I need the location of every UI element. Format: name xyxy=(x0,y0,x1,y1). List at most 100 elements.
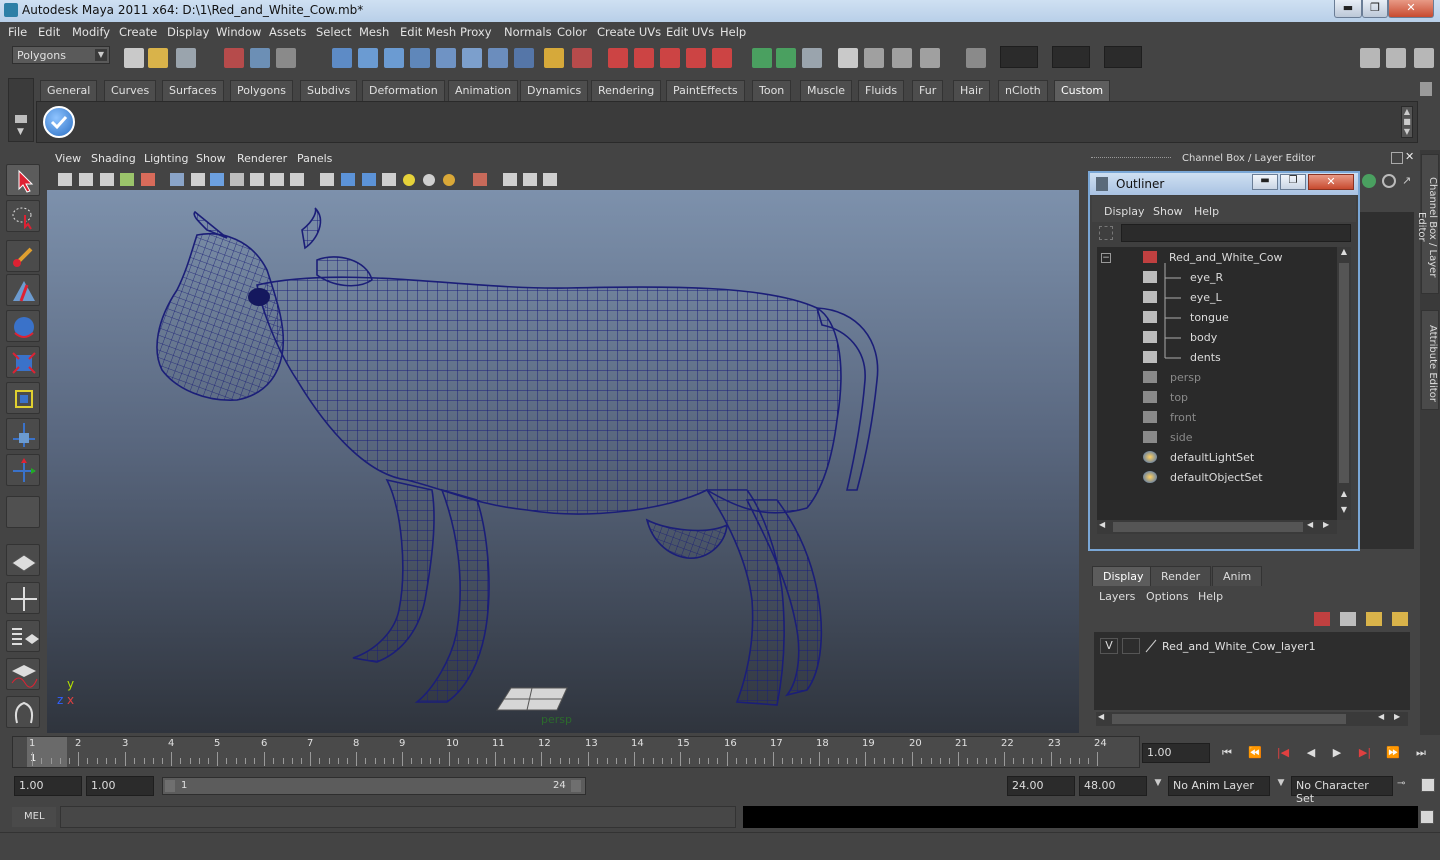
character-set-dropdown[interactable]: No Character Set xyxy=(1291,776,1393,805)
lasso-tool-icon[interactable] xyxy=(6,200,40,232)
outliner-item-front[interactable]: front xyxy=(1170,411,1196,424)
outliner-maximize-button[interactable]: ❐ xyxy=(1280,174,1306,190)
outliner-item-eye-l[interactable]: eye_L xyxy=(1190,291,1222,304)
time-slider[interactable] xyxy=(12,736,1140,768)
scroll-right-icon[interactable]: ▶ xyxy=(1394,712,1400,721)
go-to-end-button[interactable]: ⏭ xyxy=(1412,746,1430,762)
chevron-down-icon[interactable]: ▼ xyxy=(1150,778,1166,794)
move-layer-down-icon[interactable] xyxy=(1340,612,1356,626)
outliner-item-tongue[interactable]: tongue xyxy=(1190,311,1229,324)
shelf-tab-polygons[interactable]: Polygons xyxy=(230,80,293,101)
shelf-tab-fluids[interactable]: Fluids xyxy=(858,80,905,101)
go-to-start-button[interactable]: ⏮ xyxy=(1218,746,1236,762)
menu-create-uvs[interactable]: Create UVs xyxy=(597,25,661,39)
rotate-cube-icon[interactable] xyxy=(6,346,40,378)
universal-manipulator-icon[interactable] xyxy=(6,454,40,486)
select-hierarchy-icon[interactable] xyxy=(224,48,244,68)
new-layer-selected-icon[interactable] xyxy=(1392,612,1408,626)
menu-set-dropdown[interactable]: Polygons ▼ xyxy=(12,46,110,64)
history-icon[interactable] xyxy=(462,48,482,68)
y-field[interactable] xyxy=(1052,46,1090,68)
outliner-item-dents[interactable]: dents xyxy=(1190,351,1221,364)
viewport-menu-view[interactable]: View xyxy=(55,152,81,165)
scroll-down-icon[interactable]: ▼ xyxy=(1338,505,1350,519)
menu-assets[interactable]: Assets xyxy=(269,25,306,39)
shelf-menu-button[interactable]: ▼ xyxy=(8,78,34,142)
sculpt-tool-icon[interactable] xyxy=(6,274,40,306)
move-layer-up-icon[interactable] xyxy=(1314,612,1330,626)
show-attribute-editor-icon[interactable] xyxy=(1360,48,1380,68)
layer-tab-anim[interactable]: Anim xyxy=(1212,566,1263,586)
snap-magnet-icon[interactable] xyxy=(634,48,654,68)
outliner-search-input[interactable] xyxy=(1121,224,1351,242)
shelf-scroll-arrows[interactable]: ▲ ■ ▼ xyxy=(1401,106,1413,138)
layer-menu-options[interactable]: Options xyxy=(1146,590,1188,603)
shelf-tab-curves[interactable]: Curves xyxy=(104,80,157,101)
menu-modify[interactable]: Modify xyxy=(72,25,110,39)
shelf-tab-fur[interactable]: Fur xyxy=(912,80,944,101)
layer-tab-display[interactable]: Display xyxy=(1092,566,1155,586)
shelf-tab-muscle[interactable]: Muscle xyxy=(800,80,853,101)
close-button[interactable]: ✕ xyxy=(1388,0,1434,18)
filmstrip-icon[interactable] xyxy=(892,48,912,68)
layer-menu-help[interactable]: Help xyxy=(1198,590,1223,603)
channel-pin-icon[interactable]: ↗ xyxy=(1402,174,1416,188)
checkmark-icon[interactable] xyxy=(43,106,75,138)
layer-display-type-toggle[interactable] xyxy=(1122,638,1140,654)
key-icon[interactable]: ⊸ xyxy=(1397,778,1411,794)
scroll-thumb[interactable] xyxy=(1112,714,1346,724)
settings-icon[interactable] xyxy=(920,48,940,68)
graph-editor-layout-icon[interactable] xyxy=(6,658,40,690)
range-start-field[interactable]: 1.00 xyxy=(14,776,82,796)
outliner-minimize-button[interactable]: ▬ xyxy=(1252,174,1278,190)
four-pane-layout-icon[interactable] xyxy=(6,582,40,614)
viewport-menu-panels[interactable]: Panels xyxy=(297,152,332,165)
selection-mask-icon[interactable] xyxy=(572,48,592,68)
outliner-item-default-light-set[interactable]: defaultLightSet xyxy=(1170,451,1254,464)
outliner-title-bar[interactable]: Outliner ▬ ❐ ✕ xyxy=(1090,173,1358,195)
step-back-key-button[interactable]: ⏪ xyxy=(1246,746,1264,762)
range-slider[interactable]: 1 24 xyxy=(162,777,586,795)
menu-proxy[interactable]: Proxy xyxy=(460,25,492,39)
viewport-menu-show[interactable]: Show xyxy=(196,152,226,165)
snap-point-icon[interactable] xyxy=(384,48,404,68)
render-frame-icon[interactable] xyxy=(752,48,772,68)
channel-settings-icon[interactable] xyxy=(1382,174,1396,188)
filter-icon[interactable] xyxy=(1099,226,1113,240)
shelf-tab-painteffects[interactable]: PaintEffects xyxy=(666,80,745,101)
menu-mesh[interactable]: Mesh xyxy=(359,25,389,39)
menu-window[interactable]: Window xyxy=(216,25,261,39)
layer-menu-layers[interactable]: Layers xyxy=(1099,590,1135,603)
play-forwards-button[interactable]: ▶ xyxy=(1328,746,1346,762)
scroll-left-icon[interactable]: ◀ xyxy=(1307,520,1313,529)
make-live-icon[interactable] xyxy=(436,48,456,68)
outliner-menu-help[interactable]: Help xyxy=(1194,205,1219,218)
menu-help[interactable]: Help xyxy=(720,25,746,39)
animation-preferences-icon[interactable] xyxy=(1421,778,1435,792)
transform-field-icon[interactable] xyxy=(966,48,986,68)
outliner-item-default-object-set[interactable]: defaultObjectSet xyxy=(1170,471,1263,484)
shelf-tab-dynamics[interactable]: Dynamics xyxy=(520,80,589,101)
viewport-3d-canvas[interactable]: persp y x z xyxy=(47,190,1079,733)
command-input[interactable] xyxy=(60,806,736,828)
viewport-menu-lighting[interactable]: Lighting xyxy=(144,152,188,165)
menu-color[interactable]: Color xyxy=(557,25,587,39)
hypershade-layout-icon[interactable] xyxy=(6,696,40,728)
shelf-tab-general[interactable]: General xyxy=(40,80,98,101)
snap-grid-icon[interactable] xyxy=(332,48,352,68)
anim-layer-dropdown[interactable]: No Anim Layer xyxy=(1168,776,1270,796)
hypershade-icon[interactable] xyxy=(838,48,858,68)
show-channel-box-icon[interactable] xyxy=(1414,48,1434,68)
outliner-layout-icon[interactable] xyxy=(6,620,40,652)
menu-edit-mesh[interactable]: Edit Mesh xyxy=(400,25,456,39)
scroll-left-icon[interactable]: ◀ xyxy=(1098,712,1104,721)
shelf-tab-subdivs[interactable]: Subdivs xyxy=(300,80,358,101)
layer-horizontal-scrollbar[interactable]: ◀ ◀ ▶ xyxy=(1096,712,1408,726)
float-panel-icon[interactable] xyxy=(1391,152,1403,164)
shelf-tab-surfaces[interactable]: Surfaces xyxy=(162,80,224,101)
step-back-frame-button[interactable]: |◀ xyxy=(1274,746,1292,762)
select-component-icon[interactable] xyxy=(276,48,296,68)
outliner-vertical-scrollbar[interactable]: ▲ ▲ ▼ xyxy=(1337,247,1351,520)
outliner-item-eye-r[interactable]: eye_R xyxy=(1190,271,1223,284)
help-question-icon[interactable] xyxy=(514,48,534,68)
